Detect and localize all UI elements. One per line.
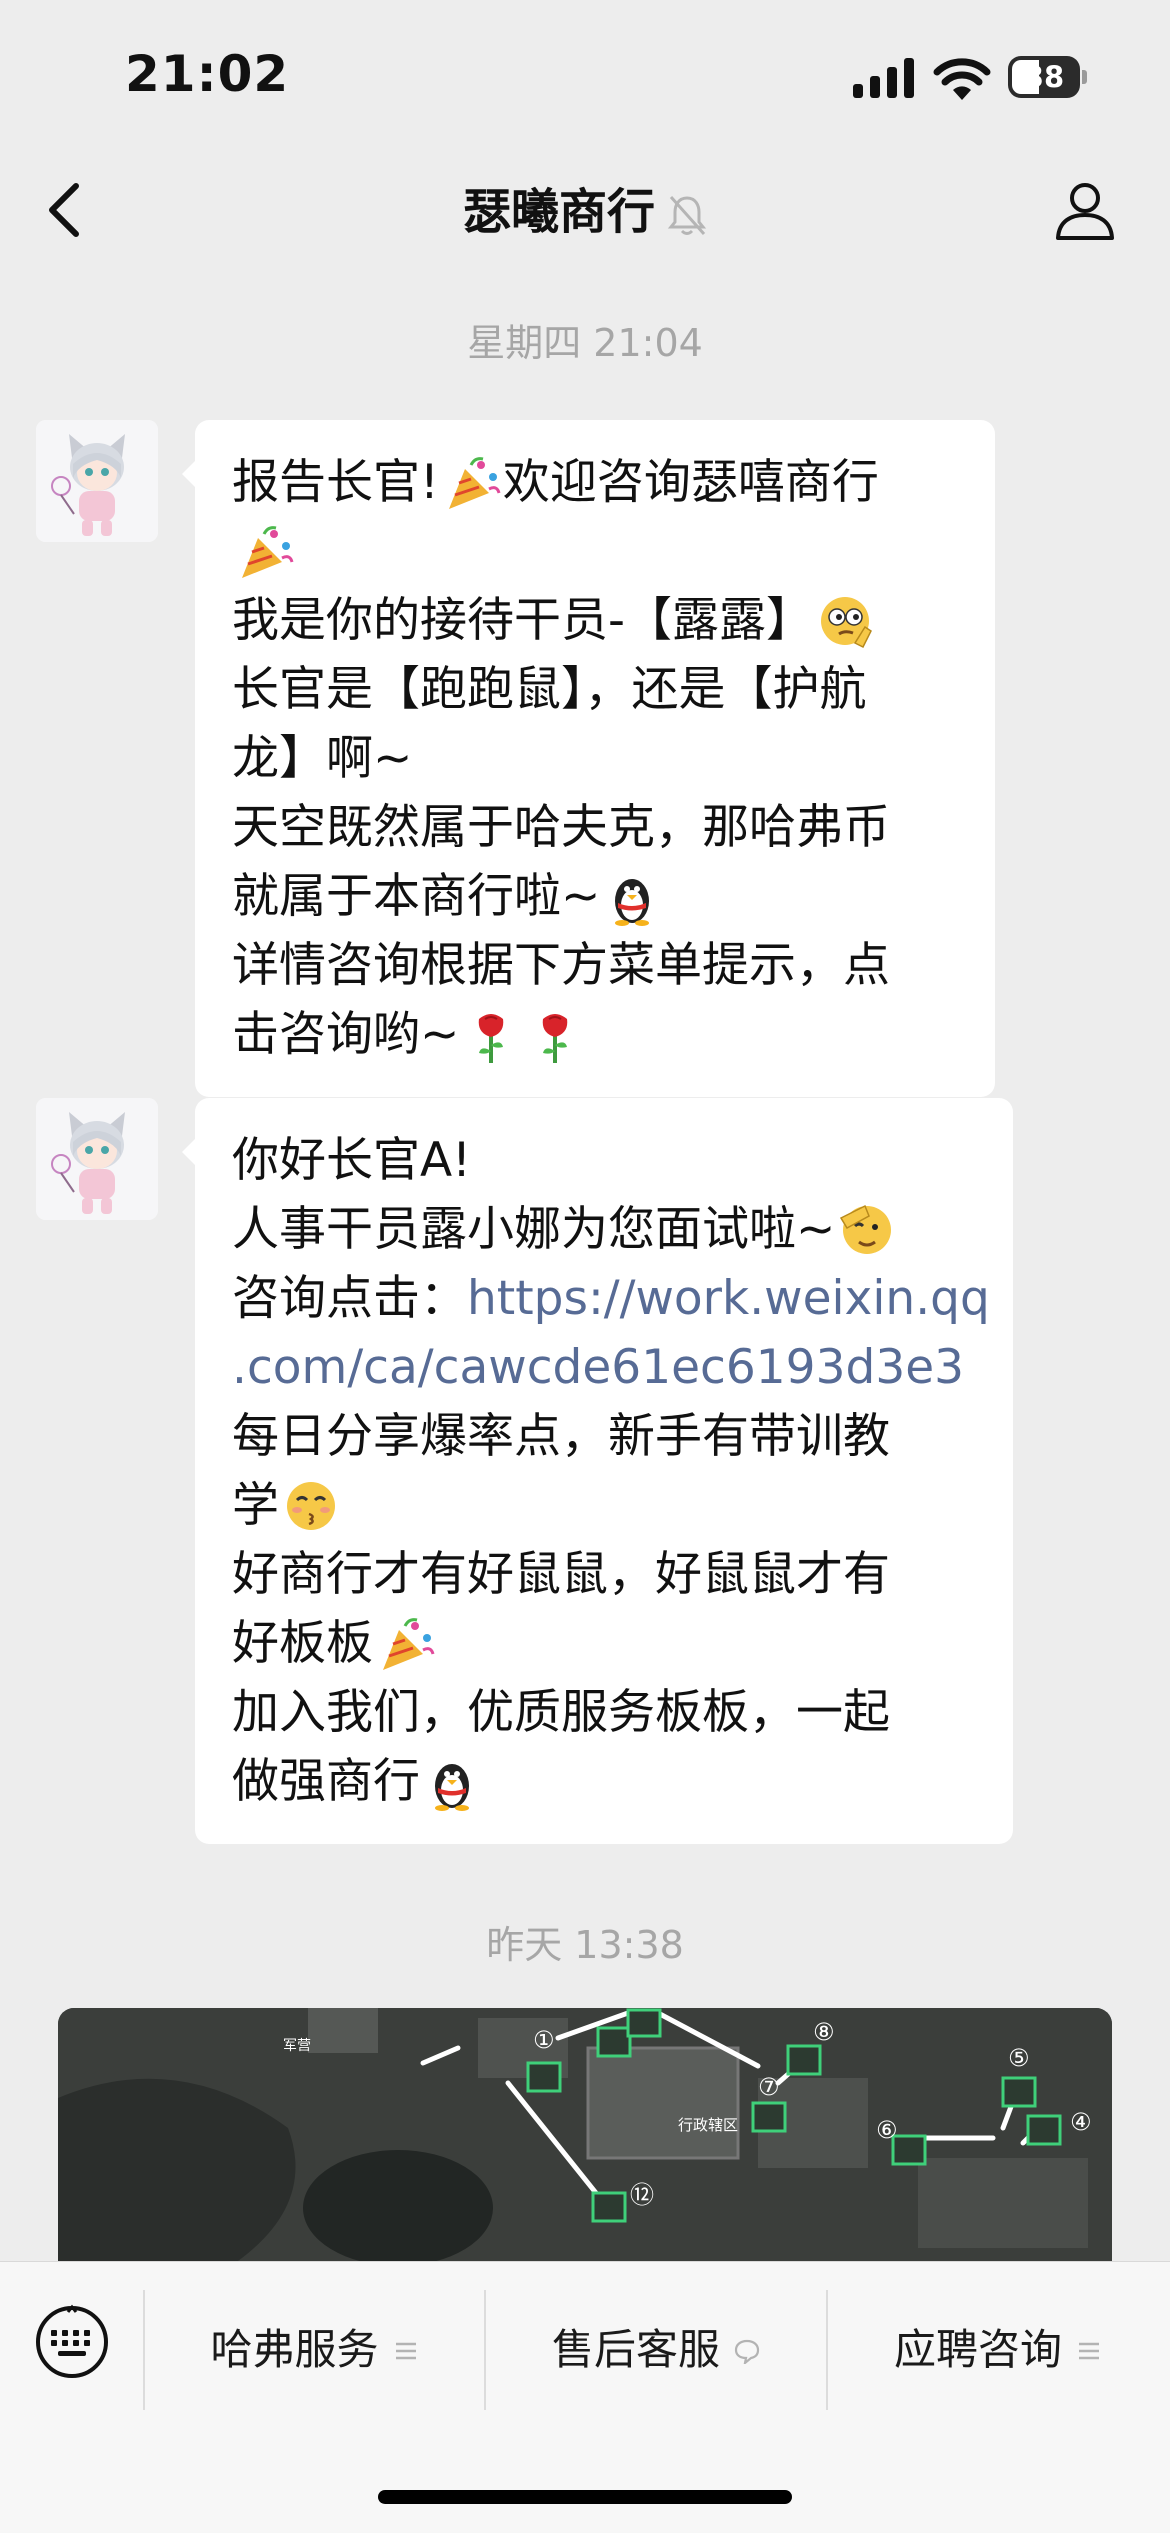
message-bubble[interactable]: 报告长官! 欢迎咨询瑟嘻商行我是你的接待干员-【露露】 长官是【跑跑鼠】，还是【护航… [182,420,995,1097]
rose-icon [479,1013,504,1063]
message-text: 详情咨询根据下方菜单提示，点 [232,938,890,993]
message-text: 就属于本商行啦~ [232,869,601,924]
battery-indicator: 38 [1008,56,1087,98]
message-line: 人事干员露小娜为您面试啦~ [232,1195,975,1264]
wifi-icon [933,58,991,100]
map-label: 行政辖区 [678,2116,738,2134]
message-line: 报告长官! 欢迎咨询瑟嘻商行 [232,448,957,517]
map-label: ⑧ [813,2018,835,2046]
keyboard-toggle-icon[interactable] [34,2304,110,2380]
avatar-cat-girl-image [36,1098,158,1220]
message-line: 咨询点击：https://work.weixin.qq [232,1264,990,1333]
chat-header: 瑟曦商行 [0,150,1170,265]
map-label: ⑦ [758,2073,780,2101]
sender-avatar[interactable] [36,1098,158,1220]
message-text: 学 [232,1478,279,1533]
message-line: 好商行才有好鼠鼠，好鼠鼠才有 [232,1540,975,1609]
map-label: ④ [1070,2108,1092,2136]
sender-avatar[interactable] [36,420,158,542]
message-text: 我是你的接待干员-【露露】 [232,593,813,648]
menu-list-icon [395,2342,416,2359]
message-text: 天空既然属于哈夫克，那哈弗币 [232,800,890,855]
chat-title: 瑟曦商行 [462,184,655,240]
message-text: 你好长官A! [232,1133,471,1188]
message-text: 好商行才有好鼠鼠，好鼠鼠才有 [232,1547,890,1602]
message-line: 击咨询哟~ [232,1000,957,1069]
status-bar: 21:02 38 [0,0,1170,150]
message-text: 咨询点击： [232,1271,467,1326]
message-text: 好板板 [232,1616,373,1671]
menu-item-label: 售后客服 [551,2325,720,2374]
message-timestamp: 昨天 13:38 [486,1923,684,1967]
map-label: ① [533,2026,555,2054]
menu-list-icon [1079,2342,1099,2359]
message-link[interactable]: https://work.weixin.qq [467,1271,990,1326]
message-line: 龙】啊~ [232,724,957,793]
message-text: 人事干员露小娜为您面试啦~ [232,1202,836,1257]
salute-face-icon [840,1204,892,1254]
message-line: 就属于本商行啦~ [232,862,957,931]
thinking-face-icon [820,596,872,648]
message-line: 好板板 [232,1609,975,1678]
message-text: 欢迎咨询瑟嘻商行 [502,455,879,510]
message-line: .com/ca/cawcde61ec6193d3e3 [232,1333,975,1402]
qq-penguin-icon [615,878,650,926]
message-text: 每日分享爆率点，新手有带训教 [232,1409,890,1464]
kissing-face-icon [287,1481,335,1530]
menu-item-recruitment[interactable]: 应聘咨询 [828,2290,1168,2410]
menu-item-label: 应聘咨询 [893,2325,1062,2374]
map-image-message[interactable]: ① ⑫ ⑧ ⑦ ⑥ ⑤ ④ 行政辖区 军营 [58,2008,1112,2268]
message-line: 我是你的接待干员-【露露】 [232,586,957,655]
message-bubble[interactable]: 你好长官A! 人事干员露小娜为您面试啦~ 咨询点击：https://work.wei… [182,1098,1013,1844]
battery-level-text: 38 [1023,60,1065,94]
message-line: 学 [232,1471,975,1540]
map-label: ⑤ [1008,2044,1030,2072]
message-text: 击咨询哟~ [232,1007,460,1062]
menu-item-after-sales[interactable]: 售后客服 [486,2290,826,2410]
cellular-signal-icon [853,58,914,98]
mute-bell-icon [667,196,707,235]
message-line [232,517,957,586]
party-popper-icon [448,456,501,509]
message-text: 龙】啊~ [232,731,413,786]
chat-bubble-icon [734,2339,760,2364]
message-line: 天空既然属于哈夫克，那哈弗币 [232,793,957,862]
avatar-cat-girl-image [36,420,158,542]
menu-item-hafu-service[interactable]: 哈弗服务 [145,2290,484,2410]
qq-penguin-icon [435,1763,469,1811]
game-map-image: ① ⑫ ⑧ ⑦ ⑥ ⑤ ④ 行政辖区 军营 [58,2008,1112,2268]
menu-item-label: 哈弗服务 [210,2325,379,2374]
message-timestamp: 星期四 21:04 [467,321,703,365]
message-line: 你好长官A! [232,1126,975,1195]
message-text: 做强商行 [232,1754,420,1809]
chat-title-container: 瑟曦商行 [0,172,1170,242]
rose-icon [543,1013,568,1063]
map-label: 军营 [283,2038,311,2054]
message-text: 长官是【跑跑鼠】，还是【护航 [232,662,867,717]
message-line: 详情咨询根据下方菜单提示，点 [232,931,957,1000]
map-label: ⑫ [630,2181,654,2209]
message-link[interactable]: .com/ca/cawcde61ec6193d3e3 [232,1340,964,1395]
party-popper-icon [383,1617,435,1670]
status-time: 21:02 [125,45,290,103]
home-indicator [378,2490,792,2504]
message-line: 加入我们，优质服务板板，一起 [232,1678,975,1747]
message-line: 做强商行 [232,1747,975,1816]
message-line: 长官是【跑跑鼠】，还是【护航 [232,655,957,724]
message-line: 每日分享爆率点，新手有带训教 [232,1402,975,1471]
message-text: 报告长官! [232,455,439,510]
map-label: ⑥ [876,2116,898,2144]
message-text: 加入我们，优质服务板板，一起 [232,1685,890,1740]
party-popper-icon [242,525,294,578]
profile-icon[interactable] [1053,178,1117,242]
